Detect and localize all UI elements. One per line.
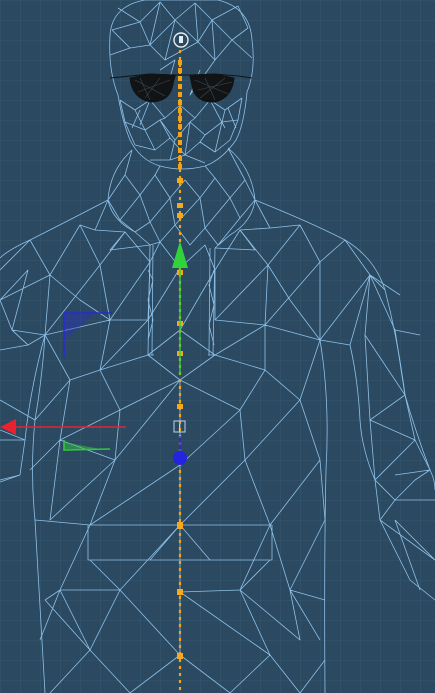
3d-viewport[interactable] [0,0,435,693]
joint-marker[interactable] [177,178,183,183]
joint-marker[interactable] [177,203,183,208]
joint-marker[interactable] [177,522,183,529]
viewport-grid [0,0,435,693]
root-center-icon [179,36,183,43]
viewport-canvas[interactable] [0,0,435,693]
z-axis-handle-ball[interactable] [173,451,187,465]
joint-marker[interactable] [177,213,183,218]
joint-marker[interactable] [177,653,183,659]
joint-marker[interactable] [177,589,183,595]
joint-marker[interactable] [177,404,183,409]
